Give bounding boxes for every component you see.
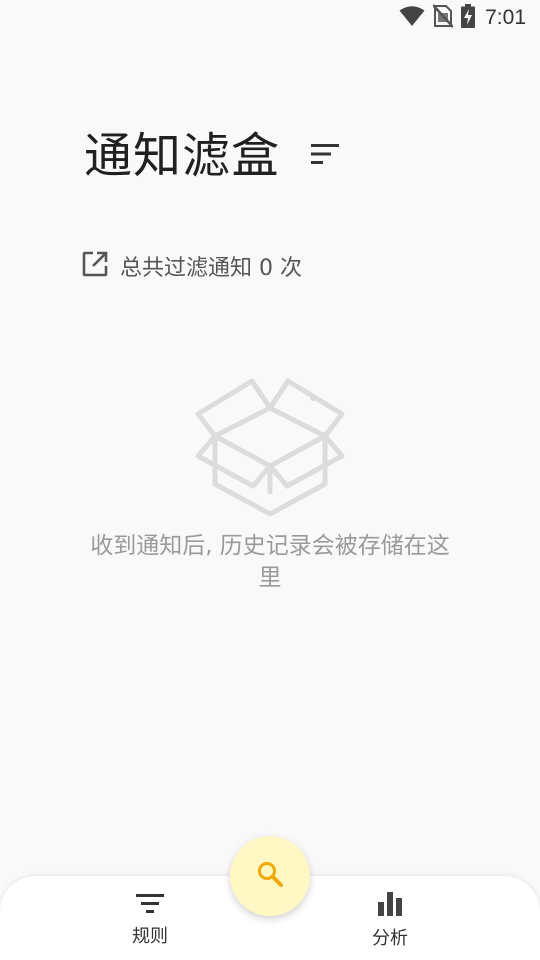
- battery-charging-icon: [461, 4, 476, 32]
- page-title: 通知滤盒: [84, 128, 281, 184]
- no-sim-icon: [432, 4, 455, 32]
- sort-button[interactable]: [310, 141, 340, 171]
- status-icons: 7:01: [399, 4, 526, 32]
- nav-item-rules[interactable]: 规则: [110, 892, 190, 948]
- empty-state: 收到通知后, 历史记录会被存储在这里: [0, 376, 540, 594]
- wifi-icon: [399, 5, 425, 31]
- filter-list-icon: [136, 892, 164, 918]
- bar-chart-icon: [377, 892, 403, 920]
- status-time: 7:01: [485, 6, 526, 29]
- empty-state-message: 收到通知后, 历史记录会被存储在这里: [90, 533, 450, 591]
- empty-box-icon: [195, 378, 345, 520]
- nav-label-analysis: 分析: [372, 928, 408, 949]
- filter-count-text: 总共过滤通知 0 次: [120, 256, 302, 281]
- search-icon: [256, 860, 284, 892]
- sort-icon: [311, 143, 340, 169]
- nav-label-rules: 规则: [132, 926, 168, 947]
- status-bar: 7:01: [0, 0, 540, 36]
- search-button[interactable]: [230, 836, 310, 916]
- nav-item-analysis[interactable]: 分析: [350, 892, 430, 950]
- title-row: 通知滤盒: [84, 132, 340, 180]
- open-in-new-icon[interactable]: [82, 251, 108, 281]
- filter-stats: 总共过滤通知 0 次: [82, 250, 302, 282]
